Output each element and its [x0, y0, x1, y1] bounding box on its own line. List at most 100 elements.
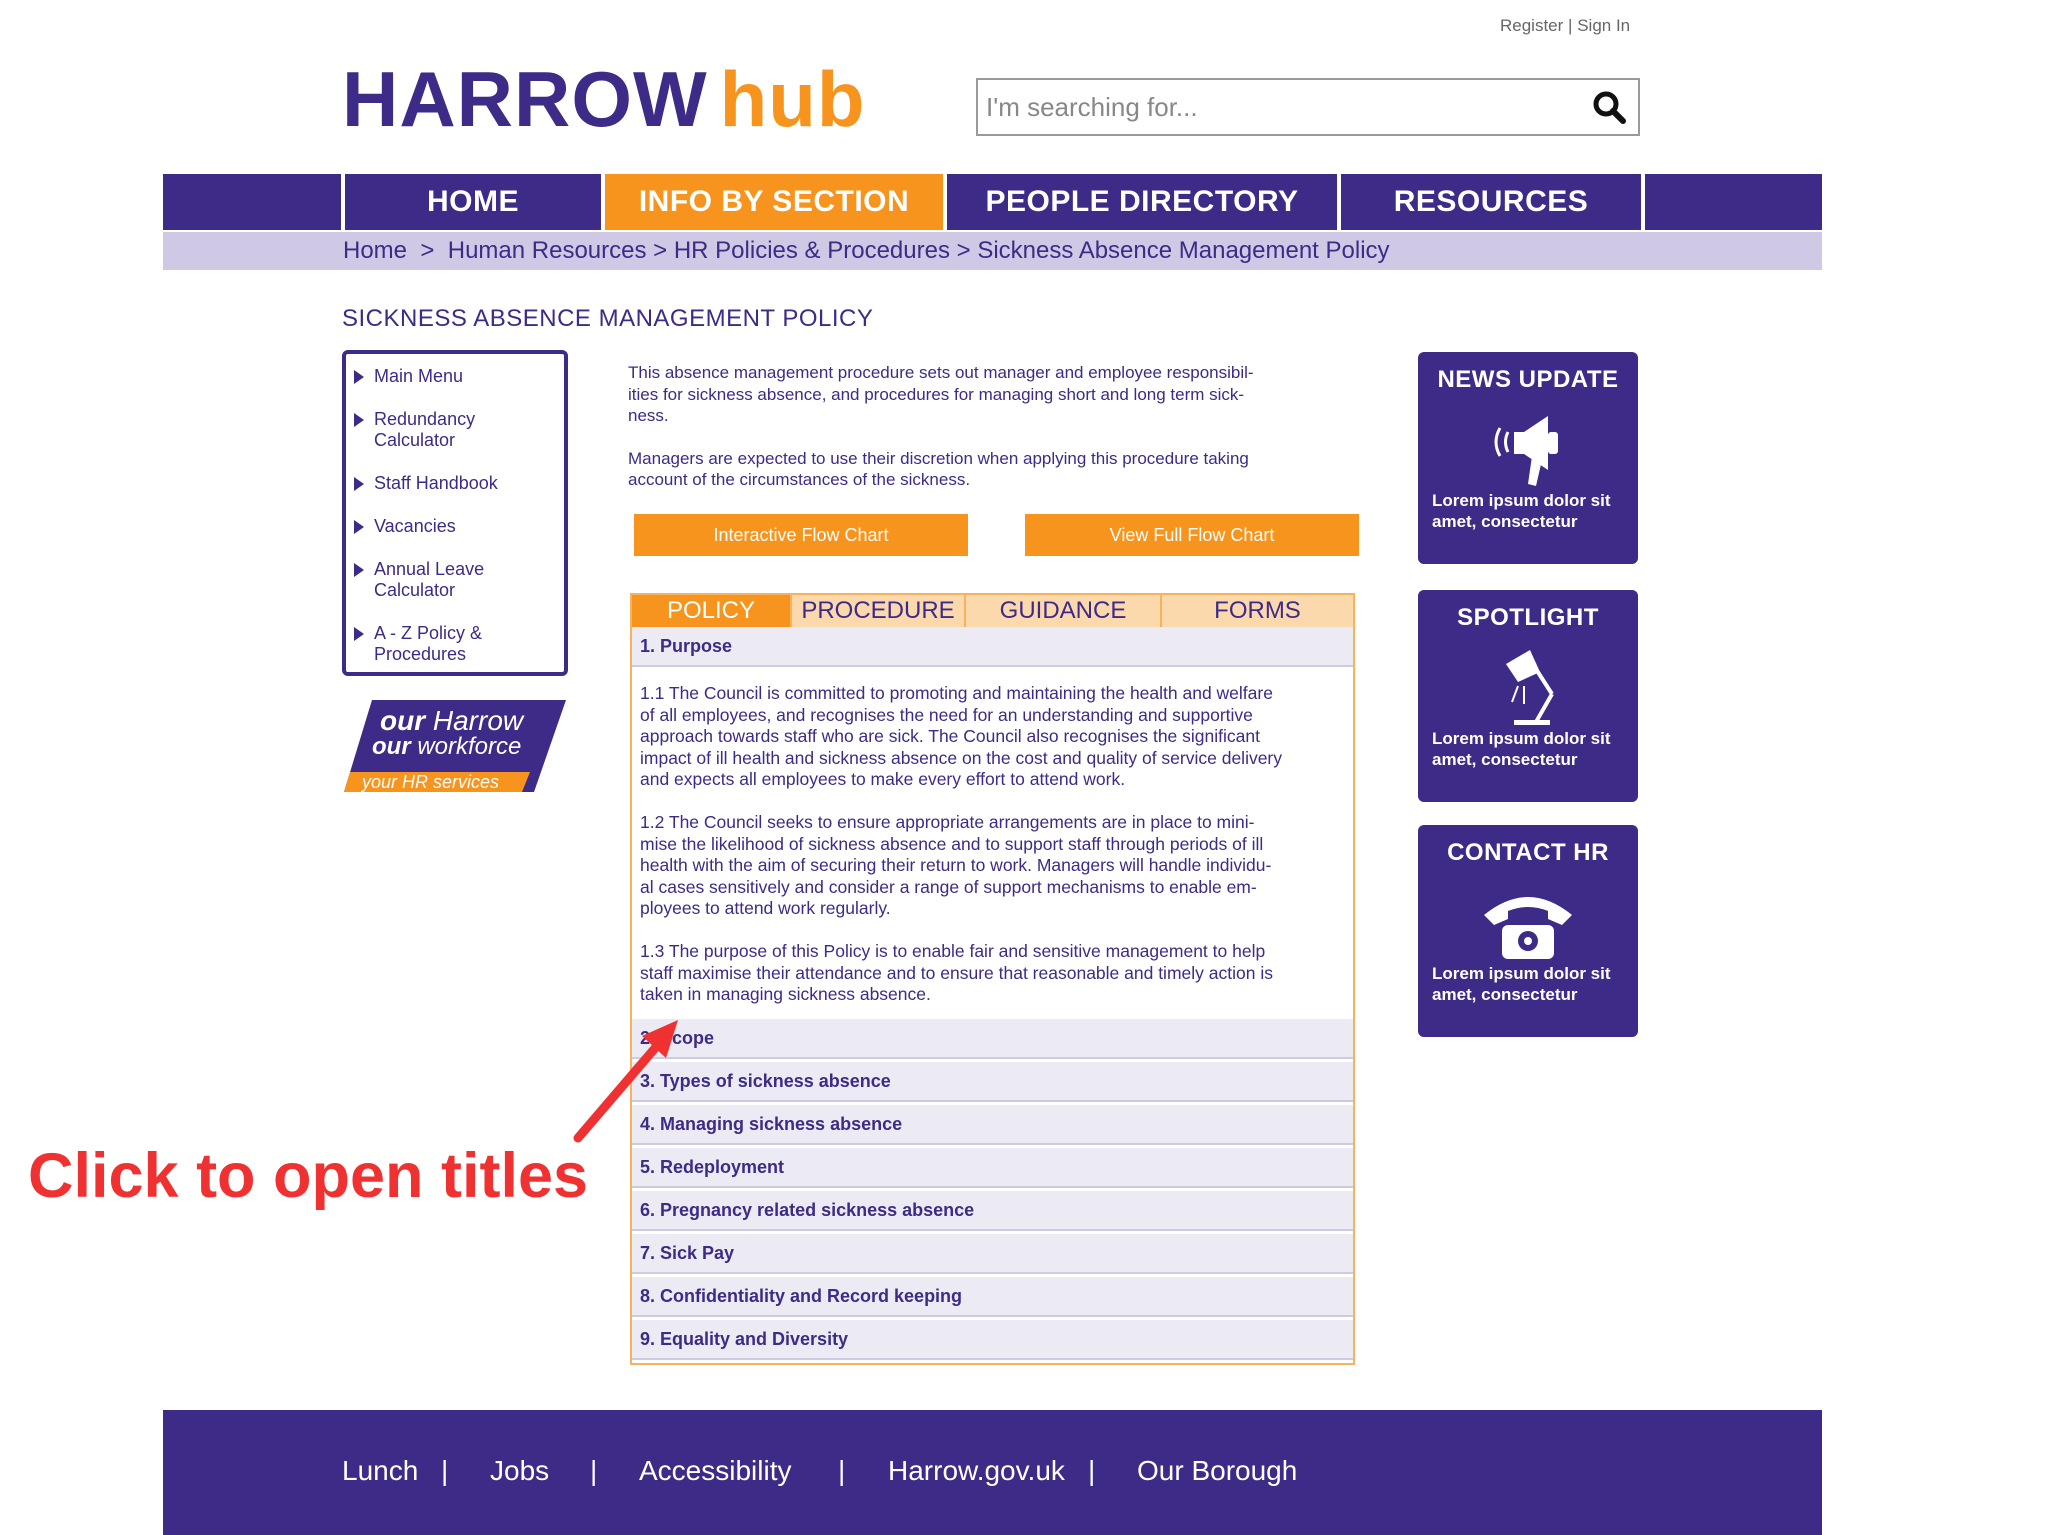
sidebar-item-label: Main Menu: [374, 366, 464, 386]
tab-policy[interactable]: POLICY: [632, 595, 790, 627]
section-redeployment[interactable]: 5. Redeployment: [632, 1148, 1353, 1188]
section-scope[interactable]: 2. Scope: [632, 1019, 1353, 1059]
sidebar-item-annual-leave-calculator[interactable]: Annual Leave Calculator: [352, 559, 564, 601]
news-update-card[interactable]: NEWS UPDATE Lorem ipsum dolor sit amet, …: [1418, 352, 1638, 564]
intro-line: ness.: [628, 406, 669, 425]
badge-harrow: Harrow: [433, 705, 525, 736]
section-sick-pay[interactable]: 7. Sick Pay: [632, 1234, 1353, 1274]
chevron-right-icon: [354, 370, 364, 384]
sidebar-menu: Main Menu Redundancy Calculator Staff Ha…: [342, 350, 568, 676]
search-icon[interactable]: [1592, 90, 1626, 124]
card-text-line: Lorem ipsum dolor sit: [1432, 729, 1611, 748]
sidebar-item-label: Staff Handbook: [374, 473, 498, 493]
breadcrumb-separator: [407, 237, 420, 265]
harrow-hub-logo[interactable]: HARROW hub: [342, 60, 866, 138]
intro-line: ities for sickness absence, and procedur…: [628, 384, 1245, 404]
badge-our: our: [380, 705, 427, 736]
nav-divider: [1641, 174, 1645, 230]
section-types-of-sickness-absence[interactable]: 3. Types of sickness absence: [632, 1062, 1353, 1102]
section-confidentiality[interactable]: 8. Confidentiality and Record keeping: [632, 1277, 1353, 1317]
svg-text:our Harrow: our Harrow: [380, 705, 525, 736]
card-title: NEWS UPDATE: [1437, 366, 1619, 393]
footer-link-harrow-gov[interactable]: Harrow.gov.uk: [888, 1455, 1065, 1487]
search-input[interactable]: [978, 80, 1558, 134]
badge-hr-services: your HR services: [360, 772, 499, 792]
nav-info-by-section[interactable]: INFO BY SECTION: [605, 174, 943, 230]
logo-harrow: HARROW: [342, 55, 708, 143]
section-managing-sickness-absence[interactable]: 4. Managing sickness absence: [632, 1105, 1353, 1145]
purpose-line: impact of ill health and sickness absenc…: [640, 747, 1283, 768]
telephone-icon: [1484, 897, 1572, 959]
section-purpose[interactable]: 1. Purpose: [632, 627, 1353, 667]
footer-link-accessibility[interactable]: Accessibility: [639, 1455, 791, 1487]
footer-link-lunch[interactable]: Lunch: [342, 1455, 418, 1487]
megaphone-icon: [1494, 416, 1558, 486]
breadcrumb-space: [667, 237, 674, 265]
nav-home[interactable]: HOME: [345, 174, 601, 230]
policy-tabs: POLICY PROCEDURE GUIDANCE FORMS: [632, 595, 1353, 627]
intro-text: This absence management procedure sets o…: [628, 362, 1328, 512]
sidebar-item-vacancies[interactable]: Vacancies: [352, 516, 564, 537]
section-equality-diversity[interactable]: 9. Equality and Diversity: [632, 1320, 1353, 1360]
chevron-right-icon: [354, 477, 364, 491]
sidebar-item-label: Vacancies: [374, 516, 456, 536]
purpose-line: of all employees, and recognises the nee…: [640, 704, 1253, 725]
breadcrumb-separator: >: [956, 237, 971, 264]
footer-separator: |: [1088, 1455, 1096, 1486]
sidebar-item-main-menu[interactable]: Main Menu: [352, 366, 564, 387]
search-box: [976, 78, 1640, 136]
sidebar-item-redundancy-calculator[interactable]: Redundancy Calculator: [352, 409, 564, 451]
card-text: Lorem ipsum dolor sit amet, consectetur: [1432, 728, 1628, 770]
our-harrow-badge[interactable]: our Harrow our workforce your HR service…: [344, 700, 566, 792]
purpose-line: 1.3 The purpose of this Policy is to ena…: [640, 941, 1266, 961]
purpose-line: ployees to attend work regularly.: [640, 898, 891, 918]
purpose-line: al cases sensitively and consider a rang…: [640, 876, 1257, 897]
purpose-line: and expects all employees to make every …: [640, 769, 1126, 789]
svg-text:our workforce: our workforce: [372, 733, 521, 760]
contact-hr-card[interactable]: CONTACT HR Lorem ipsum dolor sit amet, c…: [1418, 825, 1638, 1037]
card-text-line: Lorem ipsum dolor sit: [1432, 964, 1611, 983]
sidebar-item-label: Calculator: [374, 430, 456, 450]
badge-workforce: workforce: [417, 733, 521, 760]
card-text: Lorem ipsum dolor sit amet, consectetur: [1432, 963, 1628, 1005]
nav-people-directory[interactable]: PEOPLE DIRECTORY: [947, 174, 1337, 230]
purpose-line: taken in managing sickness absence.: [640, 984, 931, 1004]
purpose-line: approach towards staff who are sick. The…: [640, 726, 1260, 746]
logo-hub: hub: [719, 55, 866, 143]
intro-line: This absence management procedure sets o…: [628, 363, 1254, 382]
chevron-right-icon: [354, 413, 364, 427]
policy-panel: POLICY PROCEDURE GUIDANCE FORMS 1. Purpo…: [630, 593, 1355, 1365]
breadcrumb-space: [434, 237, 447, 265]
annotation-arrow-icon: [573, 1020, 678, 1143]
spotlight-card[interactable]: SPOTLIGHT Lorem ipsum dolor sit amet, co…: [1418, 590, 1638, 802]
tab-procedure[interactable]: PROCEDURE: [792, 595, 964, 627]
purpose-line: health with the aim of securing their re…: [640, 855, 1272, 875]
footer-link-our-borough[interactable]: Our Borough: [1137, 1455, 1297, 1487]
footer-separator: |: [441, 1455, 449, 1486]
purpose-line: mise the likelihood of sickness absence …: [640, 833, 1264, 854]
breadcrumb-separator: >: [420, 237, 435, 264]
breadcrumb-separator: >: [653, 237, 668, 264]
tab-guidance[interactable]: GUIDANCE: [966, 595, 1160, 627]
sidebar-item-label: Procedures: [374, 644, 467, 664]
nav-resources[interactable]: RESOURCES: [1341, 174, 1641, 230]
footer-link-jobs[interactable]: Jobs: [490, 1455, 549, 1487]
view-full-flow-chart-button[interactable]: View Full Flow Chart: [1025, 514, 1359, 556]
breadcrumb-hr-policies[interactable]: HR Policies & Procedures: [674, 237, 950, 265]
breadcrumb-space: [971, 237, 978, 265]
interactive-flow-chart-button[interactable]: Interactive Flow Chart: [634, 514, 968, 556]
card-text: Lorem ipsum dolor sit amet, consectetur: [1432, 490, 1628, 532]
sidebar-item-az-policy[interactable]: A - Z Policy & Procedures: [352, 623, 564, 665]
signin-link[interactable]: Sign In: [1577, 16, 1630, 35]
card-text-line: Lorem ipsum dolor sit: [1432, 491, 1611, 510]
purpose-line: staff maximise their attendance and to e…: [640, 962, 1273, 983]
register-link[interactable]: Register: [1500, 16, 1563, 35]
breadcrumb-home[interactable]: Home: [343, 237, 407, 265]
main-nav: HOME INFO BY SECTION PEOPLE DIRECTORY RE…: [163, 174, 1822, 230]
breadcrumb-human-resources[interactable]: Human Resources: [448, 237, 647, 265]
sidebar-item-staff-handbook[interactable]: Staff Handbook: [352, 473, 564, 494]
card-text-line: amet, consectetur: [1432, 750, 1578, 769]
footer-separator: |: [838, 1455, 846, 1486]
section-pregnancy-related[interactable]: 6. Pregnancy related sickness absence: [632, 1191, 1353, 1231]
tab-forms[interactable]: FORMS: [1162, 595, 1353, 627]
